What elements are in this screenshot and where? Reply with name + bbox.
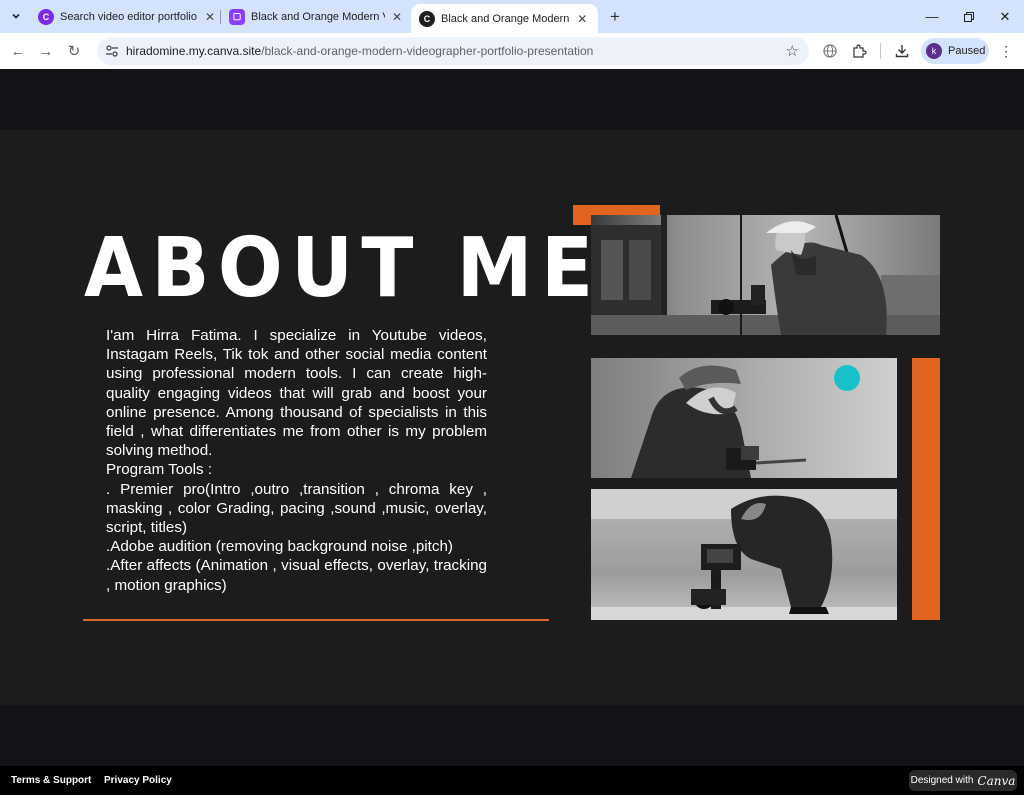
- profile-button[interactable]: k Paused: [921, 38, 989, 64]
- canva-site-page: ABOUT ME I'am Hirra Fatima. I specialize…: [0, 69, 1024, 766]
- menu-kebab-icon[interactable]: ⋮: [996, 41, 1016, 61]
- canva-brand: Canva: [977, 773, 1016, 788]
- tab-title: Black and Orange Modern Vide: [251, 10, 385, 23]
- site-footer: Terms & Support Privacy Policy Designed …: [0, 766, 1024, 795]
- minimize-icon[interactable]: —: [913, 0, 951, 33]
- site-info-icon[interactable]: [105, 44, 119, 58]
- intro-paragraph: I'am Hirra Fatima. I specialize in Youtu…: [106, 327, 487, 460]
- tab-search-button[interactable]: [6, 6, 26, 26]
- url-path: /black-and-orange-modern-videographer-po…: [261, 44, 594, 58]
- photo-videographer-street: [591, 215, 940, 335]
- privacy-policy-link[interactable]: Privacy Policy: [104, 775, 172, 786]
- canva-site-favicon-icon: ▢: [229, 8, 245, 25]
- canva-favicon-icon: C: [38, 8, 54, 25]
- extensions-puzzle-icon[interactable]: [849, 41, 869, 61]
- cursor-highlight: [834, 365, 860, 391]
- close-tab-icon[interactable]: ✕: [575, 11, 590, 27]
- canva-favicon-icon: C: [419, 10, 435, 27]
- toolbar-divider: [880, 43, 881, 59]
- url-text: hiradomine.my.canva.site/black-and-orang…: [126, 44, 593, 58]
- bookmark-star-icon[interactable]: ☆: [786, 42, 799, 60]
- photo-videographer-crouching: [591, 489, 897, 620]
- designed-with-canva-badge[interactable]: Designed with Canva: [909, 770, 1017, 791]
- forward-icon[interactable]: →: [35, 40, 57, 62]
- close-tab-icon[interactable]: ✕: [202, 9, 218, 25]
- browser-tab-2[interactable]: ▢ Black and Orange Modern Vide ✕: [221, 0, 413, 33]
- chevron-down-icon: [12, 13, 20, 19]
- terms-support-link[interactable]: Terms & Support: [11, 775, 91, 786]
- tab-title: Black and Orange Modern Vide: [441, 12, 571, 25]
- download-icon[interactable]: [892, 41, 912, 61]
- tool-item-premiere: . Premier pro(Intro ,outro ,transition ,…: [106, 480, 487, 537]
- browser-tab-3-active[interactable]: C Black and Orange Modern Vide ✕: [411, 4, 598, 33]
- address-bar[interactable]: hiradomine.my.canva.site/black-and-orang…: [97, 37, 809, 65]
- reload-icon[interactable]: ↻: [63, 40, 85, 62]
- orange-divider: [83, 619, 549, 621]
- url-host: hiradomine.my.canva.site: [126, 44, 262, 58]
- about-text-block: I'am Hirra Fatima. I specialize in Youtu…: [106, 326, 487, 595]
- tab-title: Search video editor portfolio - C: [60, 10, 198, 23]
- browser-toolbar: ← → ↻ hiradomine.my.canva.site/black-and…: [0, 33, 1024, 69]
- browser-tab-bar: C Search video editor portfolio - C ✕ ▢ …: [0, 0, 1024, 33]
- restore-icon[interactable]: [950, 0, 988, 33]
- profile-status: Paused: [948, 45, 986, 57]
- designed-with-label: Designed with: [910, 775, 974, 786]
- browser-tab-1[interactable]: C Search video editor portfolio - C ✕: [30, 0, 226, 33]
- translate-globe-icon[interactable]: [820, 41, 840, 61]
- avatar: k: [926, 43, 942, 59]
- tool-item-after-effects: .After affects (Animation , visual effec…: [106, 557, 487, 594]
- about-me-slide: ABOUT ME I'am Hirra Fatima. I specialize…: [0, 130, 1024, 705]
- close-window-icon[interactable]: ✕: [986, 0, 1024, 33]
- program-tools-heading: Program Tools :: [106, 461, 213, 479]
- page-title: ABOUT ME: [84, 221, 602, 316]
- orange-accent-bar: [912, 358, 940, 620]
- tool-item-audition: .Adobe audition (removing background noi…: [106, 538, 453, 556]
- new-tab-icon[interactable]: +: [605, 7, 625, 27]
- close-tab-icon[interactable]: ✕: [389, 9, 405, 25]
- back-icon[interactable]: ←: [7, 40, 29, 62]
